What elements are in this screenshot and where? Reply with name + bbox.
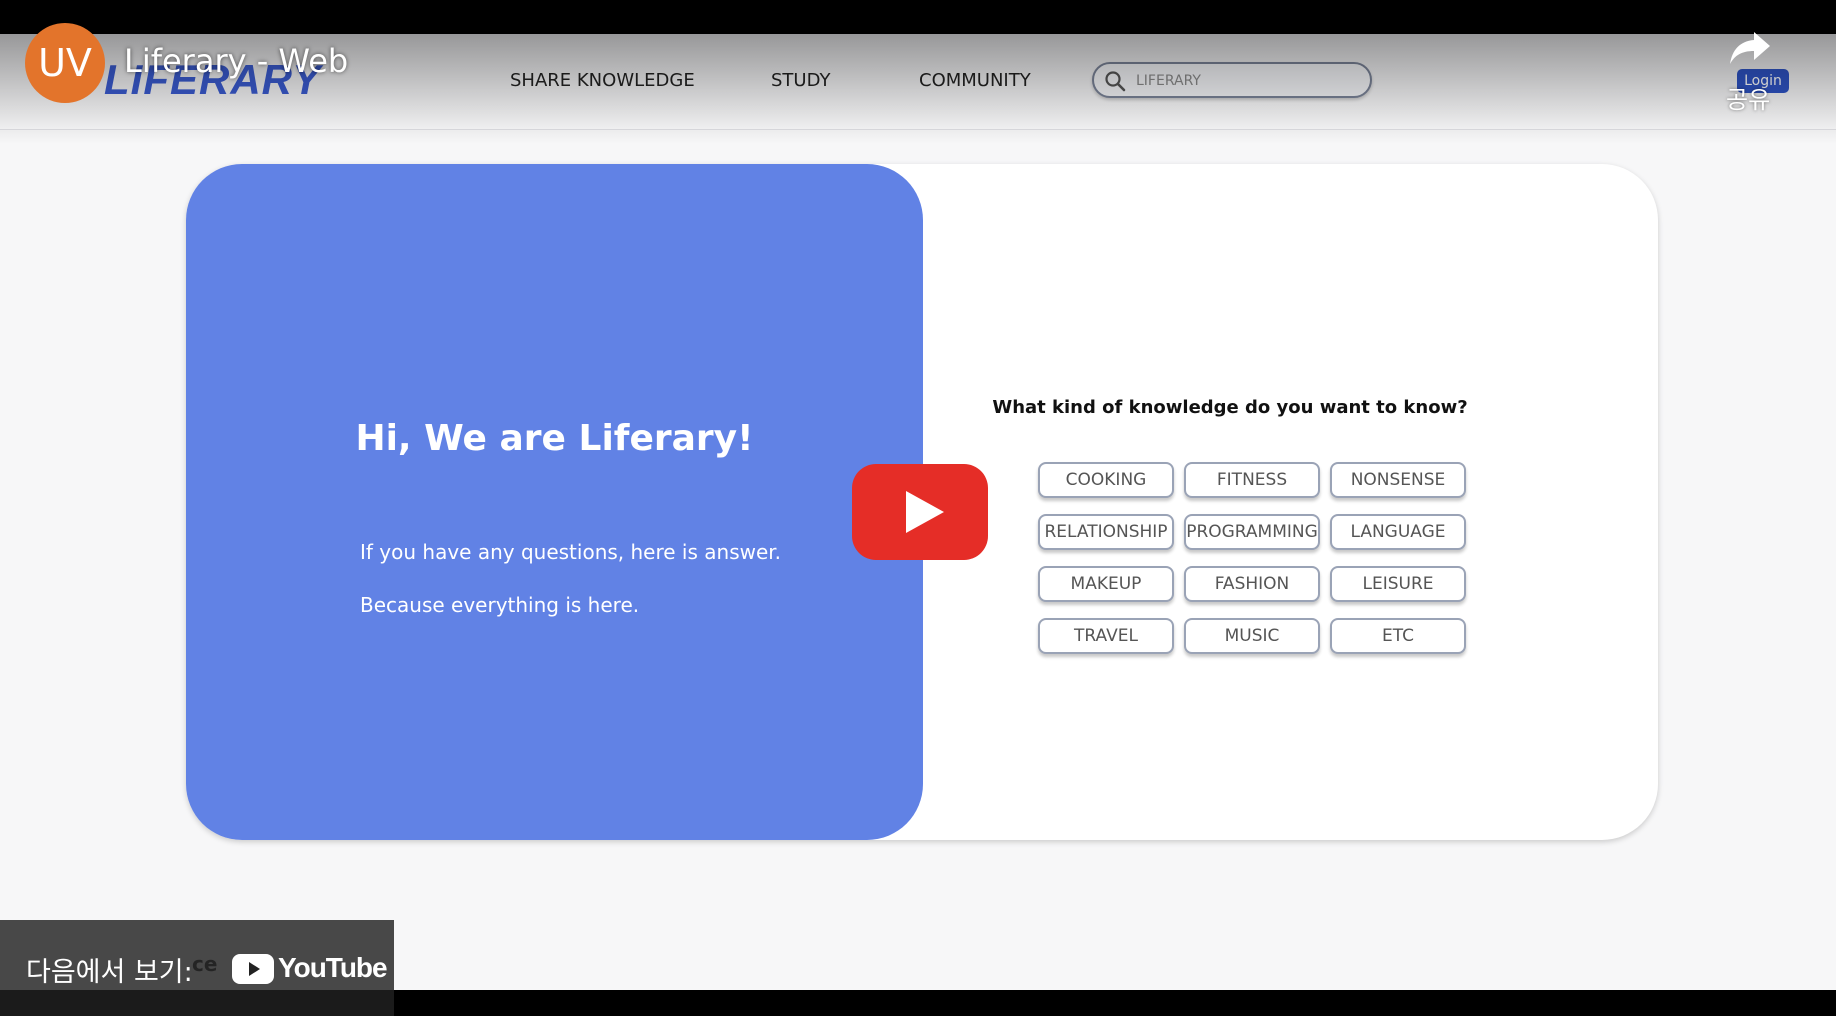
tag-fashion[interactable]: FASHION [1184, 566, 1320, 602]
tag-fitness[interactable]: FITNESS [1184, 462, 1320, 498]
search-input[interactable] [1136, 70, 1356, 92]
share-icon [1730, 32, 1770, 64]
tag-etc[interactable]: ETC [1330, 618, 1466, 654]
hero-intro-panel: Hi, We are Liferary! If you have any que… [186, 164, 923, 840]
watch-on-label: 다음에서 보기: [26, 957, 193, 988]
hero-line-2: Because everything is here. [360, 593, 640, 617]
search-box[interactable] [1092, 62, 1372, 98]
tag-relationship[interactable]: RELATIONSHIP [1038, 514, 1174, 550]
share-label: 공유 [1726, 86, 1771, 114]
hero-line-1: If you have any questions, here is answe… [360, 540, 782, 564]
tag-leisure[interactable]: LEISURE [1330, 566, 1466, 602]
tag-makeup[interactable]: MAKEUP [1038, 566, 1174, 602]
nav-share-knowledge[interactable]: SHARE KNOWLEDGE [510, 70, 695, 91]
tag-travel[interactable]: TRAVEL [1038, 618, 1174, 654]
category-tags: COOKING FITNESS NONSENSE RELATIONSHIP PR… [1038, 462, 1478, 654]
video-title[interactable]: Liferary - Web [124, 42, 348, 80]
youtube-logo: YouTube [232, 952, 388, 986]
share-button[interactable]: 공유 [1722, 28, 1778, 118]
play-button[interactable] [852, 464, 988, 560]
nav-community[interactable]: COMMUNITY [919, 70, 1031, 91]
tag-programming[interactable]: PROGRAMMING [1184, 514, 1320, 550]
tag-language[interactable]: LANGUAGE [1330, 514, 1466, 550]
channel-avatar[interactable]: UV [25, 23, 105, 103]
knowledge-question: What kind of knowledge do you want to kn… [992, 397, 1468, 418]
tag-nonsense[interactable]: NONSENSE [1330, 462, 1466, 498]
tag-cooking[interactable]: COOKING [1038, 462, 1174, 498]
watch-on-youtube[interactable]: 다음에서 보기: YouTube [0, 920, 394, 1016]
youtube-wordmark: YouTube [278, 952, 388, 983]
hero-title: Hi, We are Liferary! [355, 418, 754, 459]
search-icon [1105, 71, 1126, 92]
nav-study[interactable]: STUDY [771, 70, 830, 91]
youtube-play-icon [232, 954, 274, 984]
tag-music[interactable]: MUSIC [1184, 618, 1320, 654]
